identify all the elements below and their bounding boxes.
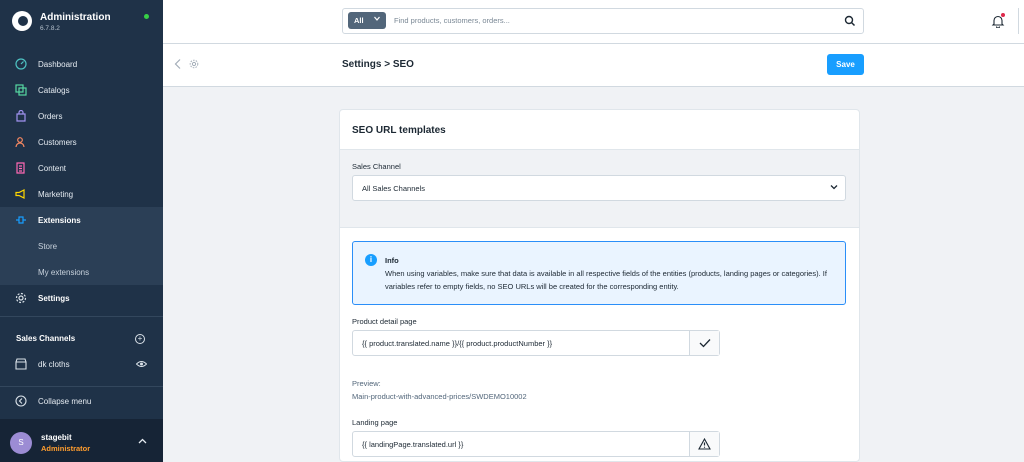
sales-channels-heading: Sales Channels bbox=[16, 334, 76, 343]
sidebar-item-label: Extensions bbox=[38, 215, 81, 225]
sidebar-item-my-extensions[interactable]: My extensions bbox=[0, 259, 163, 285]
back-arrow-icon[interactable] bbox=[173, 58, 183, 70]
sales-channel-label: Sales Channel bbox=[352, 162, 401, 171]
avatar[interactable]: S bbox=[10, 432, 32, 454]
chevron-up-icon[interactable] bbox=[138, 437, 147, 446]
settings-icon bbox=[15, 292, 27, 304]
sidebar-item-label: Orders bbox=[38, 111, 63, 121]
user-name: stagebit bbox=[41, 433, 72, 442]
search-type-label: All bbox=[354, 16, 364, 25]
landing-page-label: Landing page bbox=[352, 418, 398, 427]
customers-icon bbox=[15, 136, 27, 148]
marketing-icon bbox=[15, 188, 27, 200]
catalogs-icon bbox=[15, 84, 27, 96]
collapse-menu-button[interactable]: Collapse menu bbox=[0, 388, 163, 414]
sidebar-item-label: Marketing bbox=[38, 189, 74, 199]
user-role: Administrator bbox=[41, 444, 91, 453]
sidebar-item-catalogs[interactable]: Catalogs bbox=[0, 77, 163, 103]
sidebar-item-customers[interactable]: Customers bbox=[0, 129, 163, 155]
sidebar-item-dashboard[interactable]: Dashboard bbox=[0, 51, 163, 77]
info-text: When using variables, make sure that dat… bbox=[385, 269, 827, 291]
sidebar-item-orders[interactable]: Orders bbox=[0, 103, 163, 129]
add-sales-channel-icon[interactable]: + bbox=[135, 334, 145, 344]
sidebar-item-label: dk cloths bbox=[38, 359, 70, 369]
search-placeholder: Find products, customers, orders... bbox=[394, 16, 510, 25]
sidebar-divider bbox=[0, 386, 163, 387]
storefront-icon bbox=[15, 358, 27, 370]
sidebar-item-settings[interactable]: Settings bbox=[0, 285, 163, 311]
sidebar-item-label: Settings bbox=[38, 293, 70, 303]
sidebar-item-label: Catalogs bbox=[38, 85, 70, 95]
notification-badge bbox=[1001, 13, 1005, 17]
product-detail-page-label: Product detail page bbox=[352, 317, 417, 326]
sidebar-item-label: Dashboard bbox=[38, 59, 78, 69]
collapse-icon bbox=[15, 395, 27, 407]
warning-icon bbox=[689, 432, 719, 456]
card-title: SEO URL templates bbox=[352, 125, 446, 136]
landing-template-value: {{ landingPage.translated.url }} bbox=[362, 440, 464, 449]
settings-gear-icon bbox=[189, 59, 199, 69]
valid-checkmark-icon bbox=[689, 331, 719, 355]
sidebar-item-extensions[interactable]: Extensions bbox=[0, 207, 163, 233]
sidebar-item-marketing[interactable]: Marketing bbox=[0, 181, 163, 207]
info-title: Info bbox=[385, 256, 399, 265]
shopware-logo-icon bbox=[12, 11, 32, 31]
landing-page-template-input[interactable]: {{ landingPage.translated.url }} bbox=[352, 431, 720, 457]
orders-icon bbox=[15, 110, 27, 122]
brand[interactable]: Administration 6.7.8.2 bbox=[0, 0, 163, 44]
extensions-icon bbox=[15, 214, 27, 226]
sidebar-item-label: Content bbox=[38, 163, 67, 173]
sidebar-item-store[interactable]: Store bbox=[0, 233, 163, 259]
product-template-value: {{ product.translated.name }}/{{ product… bbox=[362, 339, 553, 348]
sidebar-item-content[interactable]: Content bbox=[0, 155, 163, 181]
eye-icon[interactable] bbox=[135, 359, 148, 369]
top-bar-divider bbox=[1018, 8, 1019, 34]
search-icon[interactable] bbox=[844, 15, 856, 27]
page-title: Settings > SEO bbox=[342, 59, 414, 70]
brand-title: Administration bbox=[40, 12, 111, 23]
sidebar-item-dk-cloths[interactable]: dk cloths bbox=[0, 351, 163, 377]
info-icon: i bbox=[365, 254, 377, 266]
online-status-icon bbox=[144, 14, 149, 19]
chevron-down-icon bbox=[374, 16, 380, 23]
product-detail-template-input[interactable]: {{ product.translated.name }}/{{ product… bbox=[352, 330, 720, 356]
dashboard-icon bbox=[15, 58, 27, 70]
brand-version: 6.7.8.2 bbox=[40, 25, 60, 32]
collapse-menu-label: Collapse menu bbox=[38, 396, 92, 406]
smart-bar bbox=[163, 44, 1024, 87]
search-type-select[interactable]: All bbox=[348, 12, 386, 29]
save-button[interactable]: Save bbox=[827, 54, 864, 75]
content-icon bbox=[15, 162, 27, 174]
sidebar-item-label: My extensions bbox=[38, 267, 90, 277]
preview-label: Preview: bbox=[352, 379, 381, 388]
sidebar-divider bbox=[0, 316, 163, 317]
chevron-down-icon bbox=[830, 183, 838, 191]
sales-channel-select[interactable]: All Sales Channels bbox=[352, 175, 846, 201]
sidebar-item-label: Customers bbox=[38, 137, 77, 147]
sidebar-item-label: Store bbox=[38, 241, 58, 251]
preview-value: Main-product-with-advanced-prices/SWDEMO… bbox=[352, 392, 527, 401]
